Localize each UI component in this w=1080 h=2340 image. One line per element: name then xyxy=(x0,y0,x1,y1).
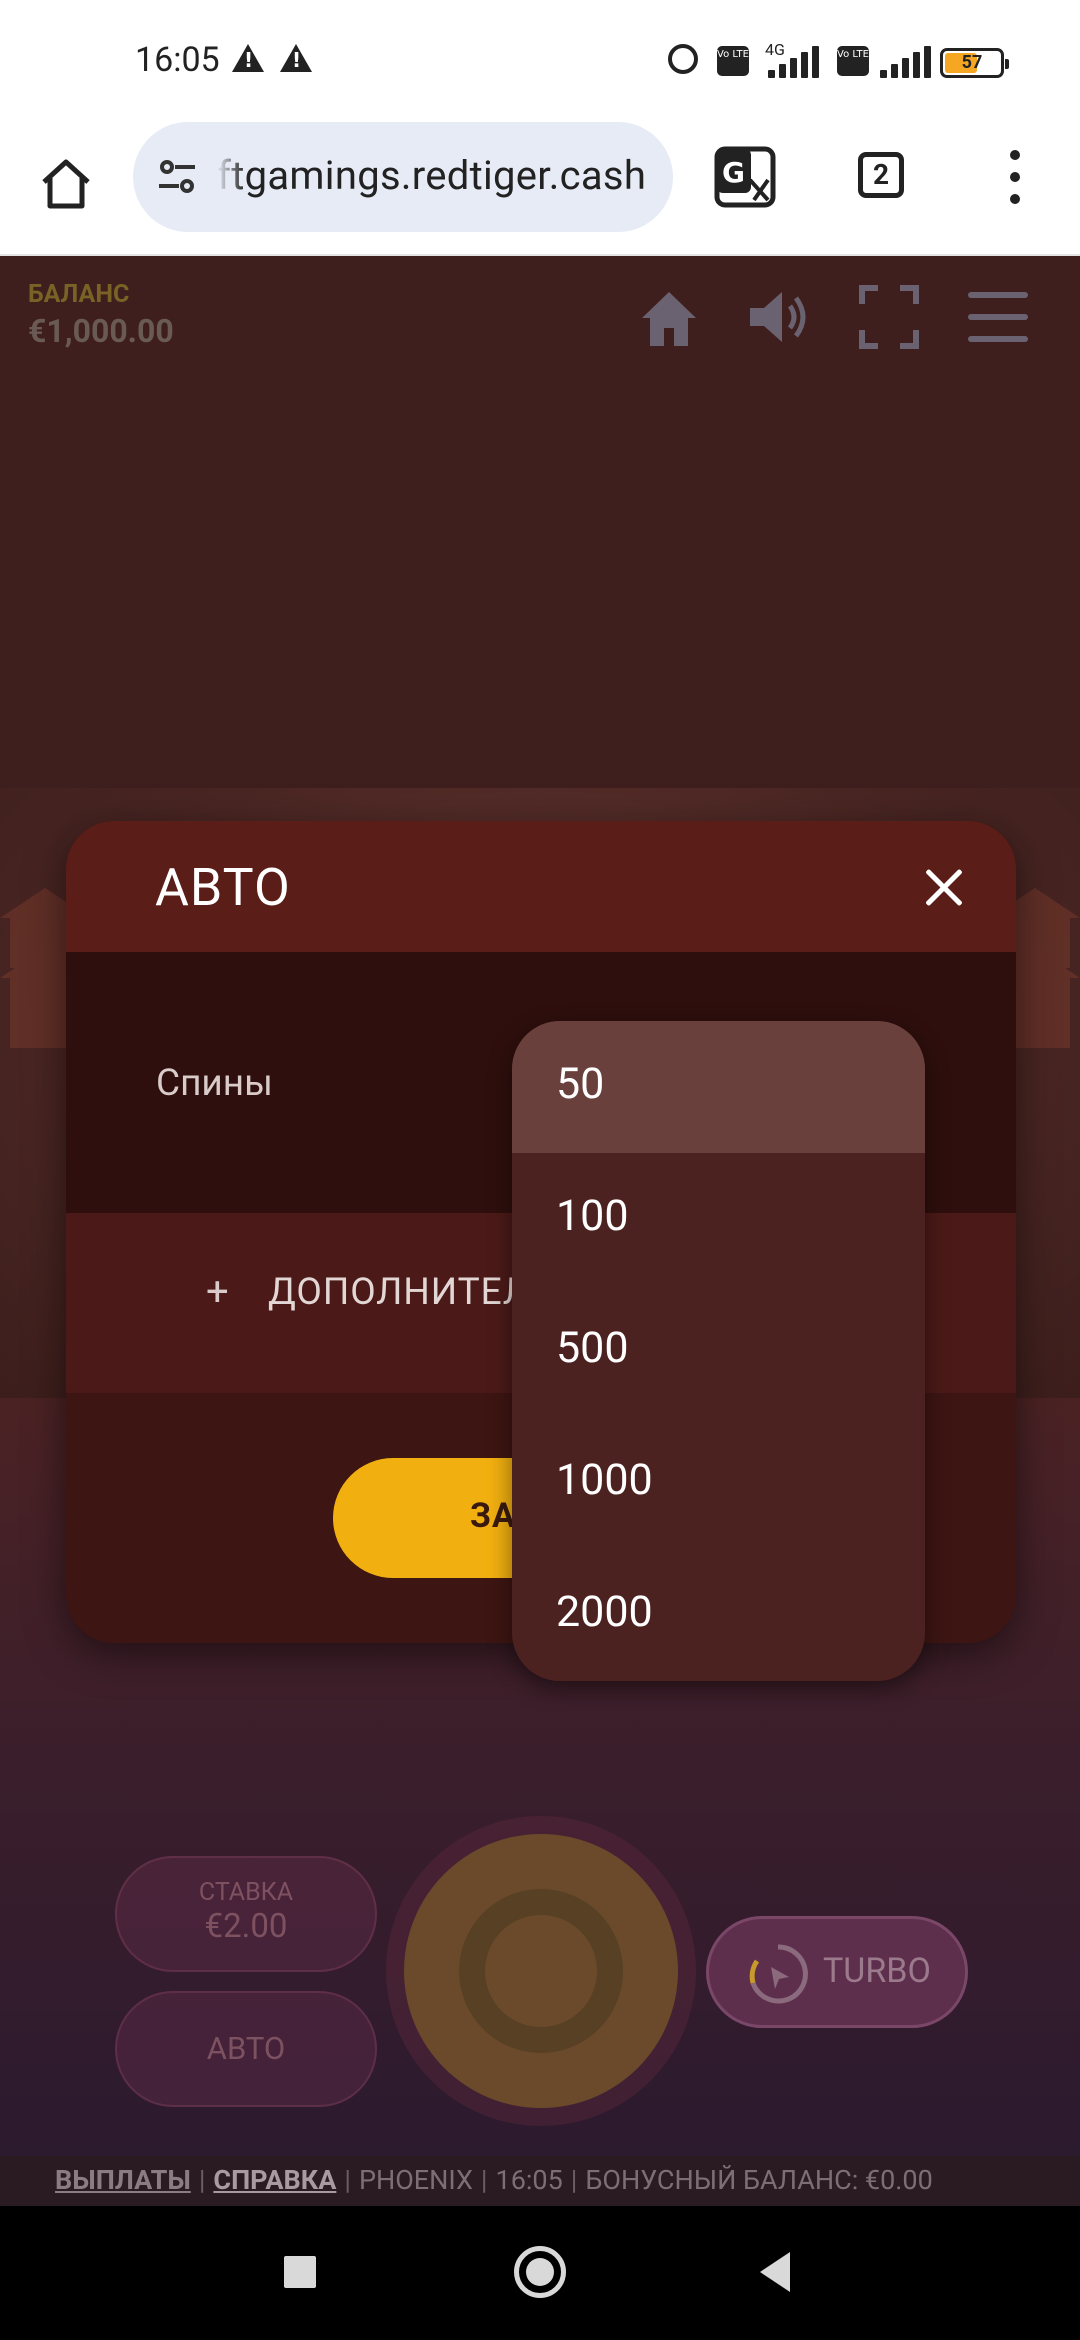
battery-level: 57 xyxy=(961,52,983,73)
option-value: 500 xyxy=(556,1323,629,1373)
option-value: 1000 xyxy=(556,1455,653,1505)
option-value: 2000 xyxy=(556,1587,653,1637)
fullscreen-icon[interactable] xyxy=(858,284,920,350)
volte-icon: Vo LTE xyxy=(837,46,869,76)
turbo-label: TURBO xyxy=(823,1951,931,1991)
battery-icon: 57 xyxy=(940,48,1009,78)
bonus-balance: БОНУСНЫЙ БАЛАНС: €0.00 xyxy=(585,2164,933,2196)
translate-icon[interactable]: G xyxy=(714,146,776,208)
system-nav-bar xyxy=(0,2206,1080,2340)
home-icon[interactable] xyxy=(36,154,96,214)
turbo-button[interactable]: TURBO xyxy=(706,1916,968,2028)
dialog-header: АВТО xyxy=(66,821,1016,952)
auto-label: АВТО xyxy=(206,2030,286,2067)
help-link[interactable]: СПРАВКА xyxy=(213,2164,336,2196)
volte-icon: Vo LTE xyxy=(717,46,749,76)
spins-option-100[interactable]: 100 xyxy=(512,1153,925,1285)
game-name: PHOENIX xyxy=(358,2164,473,2196)
dialog-title: АВТО xyxy=(155,857,291,918)
tab-switcher-button[interactable]: 2 xyxy=(858,152,904,198)
option-value: 100 xyxy=(556,1191,629,1241)
url-text[interactable]: ftgamings.redtiger.cash xyxy=(217,152,657,199)
spins-option-50[interactable]: 50 xyxy=(512,1021,925,1153)
svg-text:G: G xyxy=(722,156,745,189)
game-menu-icon[interactable] xyxy=(966,284,1030,350)
auto-button[interactable]: АВТО xyxy=(115,1991,377,2107)
sound-icon[interactable] xyxy=(746,284,812,350)
browser-toolbar: ftgamings.redtiger.cash G 2 xyxy=(0,122,1080,256)
spins-label: Спины xyxy=(156,1062,273,1105)
spins-dropdown: 50 100 500 1000 2000 xyxy=(512,1021,925,1681)
address-bar[interactable]: ftgamings.redtiger.cash xyxy=(133,122,673,232)
spins-option-1000[interactable]: 1000 xyxy=(512,1417,925,1549)
stake-value: €2.00 xyxy=(204,1907,288,1946)
signal-icon xyxy=(880,46,932,78)
advanced-settings-label: ДОПОЛНИТЕЛ xyxy=(268,1271,530,1314)
signal-icon xyxy=(768,46,820,78)
close-icon[interactable] xyxy=(924,867,964,907)
stake-label: СТАВКА xyxy=(198,1878,294,1907)
turbo-icon xyxy=(749,1944,808,2004)
more-menu-icon[interactable] xyxy=(1008,150,1022,206)
warning-icon xyxy=(280,44,312,72)
payouts-link[interactable]: ВЫПЛАТЫ xyxy=(55,2164,191,2196)
option-value: 50 xyxy=(556,1059,605,1109)
home-button[interactable] xyxy=(514,2246,566,2298)
start-label: ЗА xyxy=(470,1496,516,1536)
status-time: 16:05 xyxy=(135,40,220,80)
balance-value: €1,000.00 xyxy=(28,312,174,350)
spins-option-500[interactable]: 500 xyxy=(512,1285,925,1417)
status-bar: 16:05 Vo LTE 4G Vo LTE 57 xyxy=(0,0,1080,122)
back-button[interactable] xyxy=(760,2252,790,2292)
site-settings-icon[interactable] xyxy=(155,154,201,200)
alarm-icon xyxy=(668,44,698,74)
footer-time: 16:05 xyxy=(495,2164,563,2196)
warning-icon xyxy=(232,44,264,72)
spin-button[interactable] xyxy=(386,1816,696,2126)
recents-button[interactable] xyxy=(284,2256,316,2288)
game-home-icon[interactable] xyxy=(638,284,700,350)
game-info-bar: ВЫПЛАТЫ | СПРАВКА | PHOENIX | 16:05 | БОНУСНЫЙ Б… xyxy=(0,2156,1080,2206)
balance-label: БАЛАНС xyxy=(28,280,130,309)
spins-option-2000[interactable]: 2000 xyxy=(512,1549,925,1681)
plus-icon: + xyxy=(206,1268,229,1315)
stake-button[interactable]: СТАВКА €2.00 xyxy=(115,1856,377,1972)
